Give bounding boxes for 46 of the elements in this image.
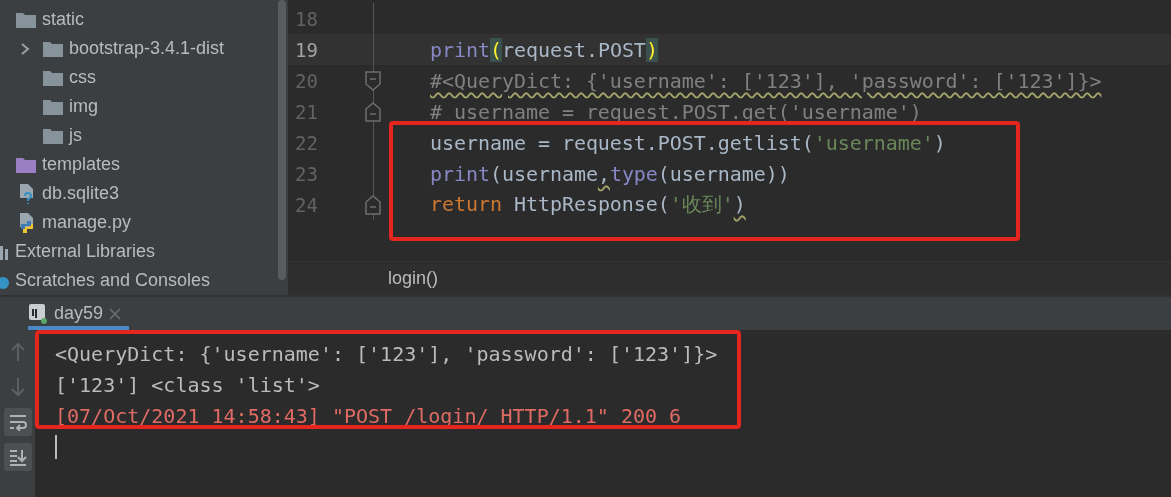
line-number: 23 [294,162,318,185]
folder-icon [42,39,64,58]
tree-item[interactable]: db.sqlite3 [42,183,120,204]
code-line: #<QueryDict: {'username': ['123'], 'password': ['123']}> [429,68,1102,93]
console-line: ['123'] <class 'list'> [55,372,320,397]
code-line: # username = request.POST.get('username') [429,99,922,124]
code-line: username = request.POST.getlist('username') [429,130,946,155]
django-icon [28,302,48,325]
scrollbar-thumb[interactable] [277,0,286,280]
breadcrumb[interactable]: login() [388,268,439,290]
line-number: 18 [294,7,318,30]
tree-item[interactable]: img [69,96,98,117]
console-line: <QueryDict: {'username': ['123'], 'password': ['123']}> [55,341,718,366]
line-number: 24 [294,193,318,216]
soft-wrap-icon[interactable] [7,413,28,431]
fold-marker-icon[interactable] [365,101,381,122]
run-tab[interactable]: day59 [28,297,130,330]
code-line: print(request.POST) [429,37,658,62]
tree-item[interactable]: js [69,125,82,146]
tree-item[interactable]: bootstrap-3.4.1-dist [69,38,225,59]
line-number: 20 [294,69,318,92]
line-number: 21 [294,100,318,123]
folder-icon [15,10,37,29]
code-line: print(username,type(username)) [429,161,790,186]
tree-item[interactable]: External Libraries [15,241,156,262]
tree-item[interactable]: Scratches and Consoles [15,270,211,291]
text-cursor [55,435,57,459]
line-number: 22 [294,131,318,154]
folder-icon [42,68,64,87]
line-number: 19 [294,38,318,61]
fold-marker-icon[interactable] [365,70,381,91]
code-line: return HttpResponse('收到') [429,191,746,218]
folder-icon [42,97,64,116]
tree-item[interactable]: templates [42,154,121,175]
tree-item[interactable]: css [69,67,96,88]
folder-icon [15,155,37,174]
tree-item[interactable]: static [42,9,84,30]
close-icon[interactable] [109,307,122,320]
scroll-to-end-icon[interactable] [7,448,28,466]
arrow-up-icon[interactable] [9,342,26,362]
chevron-right-icon[interactable] [20,41,30,56]
tree-item[interactable]: manage.py [42,212,132,233]
arrow-down-icon[interactable] [9,377,26,397]
console-line: [07/Oct/2021 14:58:43] "POST /login/ HTTP/1.1" 200 6 [55,403,682,428]
fold-marker-icon[interactable] [365,194,381,215]
folder-icon [42,126,64,145]
